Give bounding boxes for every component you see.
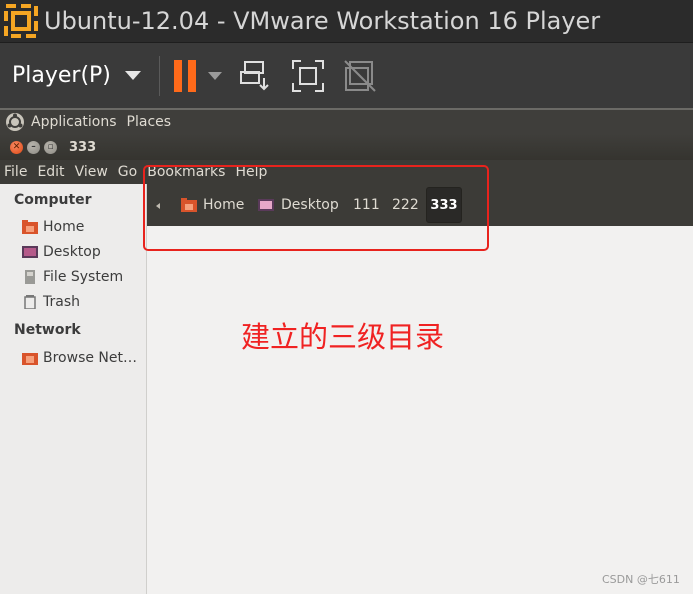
sidebar-item-label: Home xyxy=(43,219,85,235)
sidebar-item-label: Desktop xyxy=(43,244,101,260)
pause-dropdown-chevron-icon[interactable] xyxy=(207,71,222,80)
ubuntu-logo-icon[interactable] xyxy=(5,112,25,132)
drive-icon xyxy=(25,270,35,284)
places-sidebar: Computer Home Desktop File System Trash … xyxy=(0,184,147,594)
desktop-icon xyxy=(22,246,38,258)
annotation-highlight-box xyxy=(143,165,489,251)
sidebar-item-home[interactable]: Home xyxy=(22,219,84,235)
vmware-toolbar: Player(P) xyxy=(0,42,693,108)
menu-view[interactable]: View xyxy=(75,164,108,180)
send-ctrl-alt-del-icon[interactable] xyxy=(238,58,274,94)
home-folder-icon xyxy=(22,220,38,234)
trash-icon xyxy=(24,295,36,309)
sidebar-item-label: File System xyxy=(43,269,124,285)
chevron-down-icon xyxy=(124,71,141,80)
vmware-window-title: Ubuntu-12.04 - VMware Workstation 16 Pla… xyxy=(44,7,601,35)
sidebar-item-file-system[interactable]: File System xyxy=(22,269,123,285)
applications-menu[interactable]: Applications xyxy=(31,114,117,130)
player-menu-label: Player(P) xyxy=(12,63,111,88)
menu-edit[interactable]: Edit xyxy=(37,164,64,180)
sidebar-item-label: Browse Net… xyxy=(43,350,138,366)
watermark: CSDN @七611 xyxy=(602,573,680,586)
window-title-bar: ✕ – ▫ 333 xyxy=(0,134,693,160)
minimize-icon[interactable]: – xyxy=(27,140,40,154)
player-menu-button[interactable]: Player(P) xyxy=(12,63,141,88)
sidebar-item-desktop[interactable]: Desktop xyxy=(22,244,101,260)
maximize-icon[interactable]: ▫ xyxy=(44,140,57,154)
ubuntu-top-panel: Applications Places xyxy=(0,108,693,134)
annotation-text: 建立的三级目录 xyxy=(241,320,445,354)
sidebar-item-trash[interactable]: Trash xyxy=(22,294,80,310)
menu-file[interactable]: File xyxy=(4,164,27,180)
pause-icon xyxy=(173,59,182,92)
sidebar-item-label: Trash xyxy=(43,294,80,310)
fullscreen-icon[interactable] xyxy=(290,58,326,94)
vmware-title-bar: Ubuntu-12.04 - VMware Workstation 16 Pla… xyxy=(0,0,693,42)
sidebar-heading-computer: Computer xyxy=(14,192,92,208)
menu-go[interactable]: Go xyxy=(118,164,137,180)
sidebar-heading-network: Network xyxy=(14,322,81,338)
network-folder-icon xyxy=(22,353,38,365)
places-menu[interactable]: Places xyxy=(127,114,172,130)
vmware-logo-icon xyxy=(4,4,38,38)
sidebar-item-browse-network[interactable]: Browse Net… xyxy=(22,350,137,366)
file-view-area[interactable] xyxy=(147,226,693,594)
close-icon[interactable]: ✕ xyxy=(10,140,23,154)
unity-icon[interactable] xyxy=(342,58,378,94)
window-title: 333 xyxy=(69,139,97,155)
pause-icon-bar xyxy=(187,59,196,92)
pause-button[interactable] xyxy=(173,59,196,92)
toolbar-divider xyxy=(158,55,160,96)
